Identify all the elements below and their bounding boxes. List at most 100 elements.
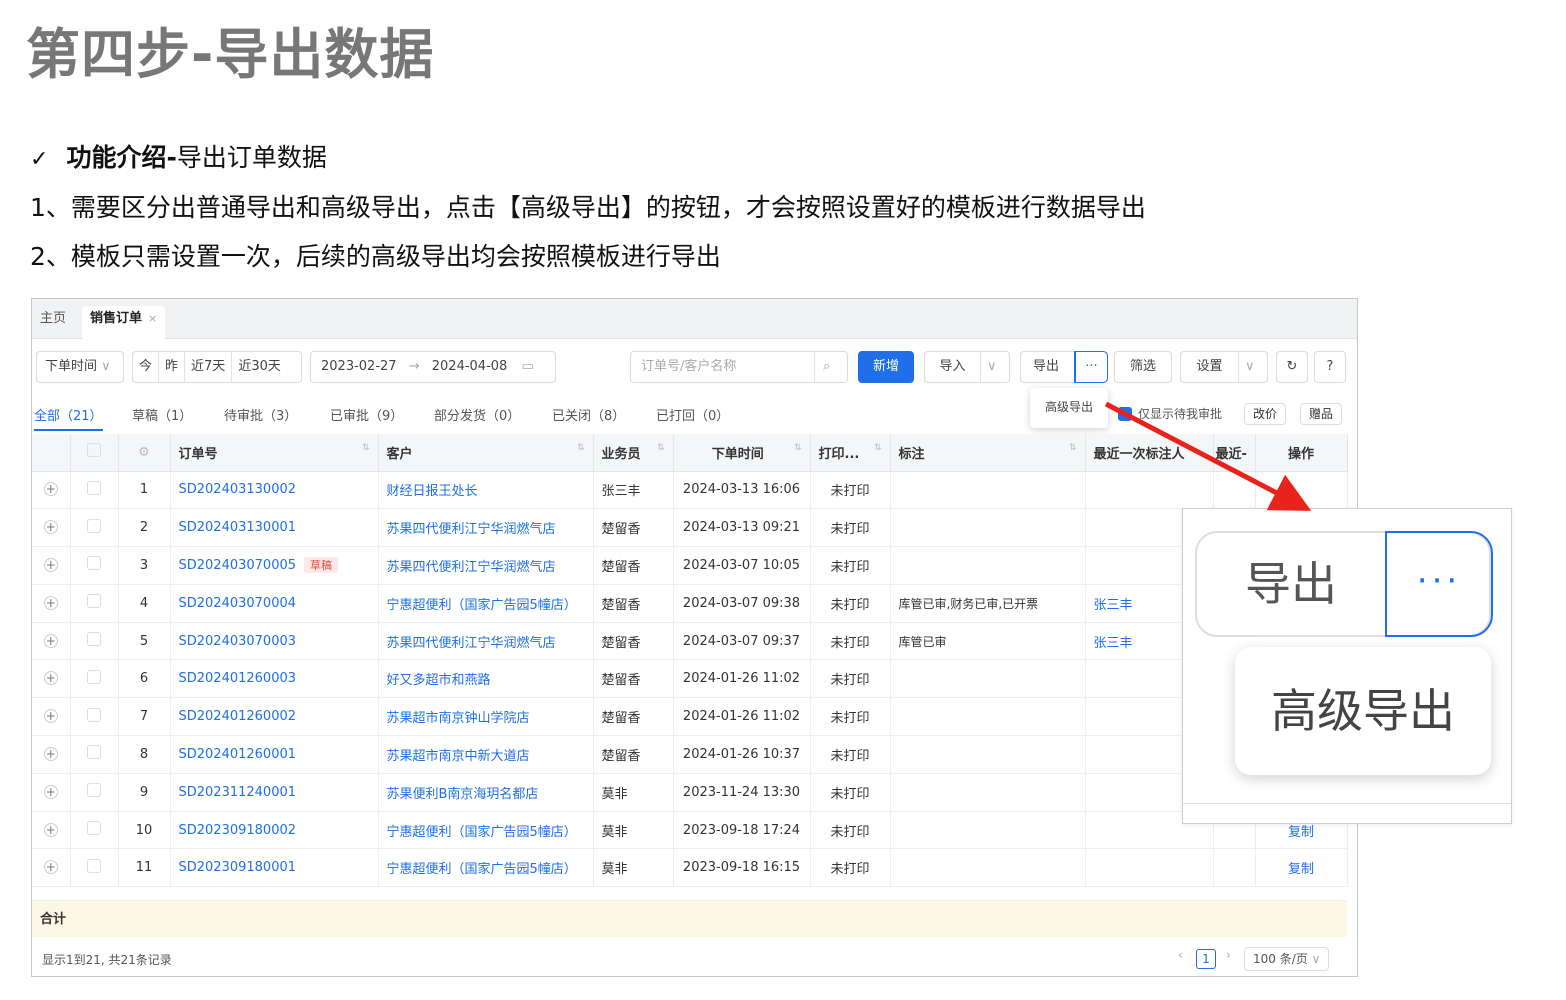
page-size-select[interactable]: 100 条/页 ∨ <box>1244 947 1330 971</box>
order-link[interactable]: SD202311240001 <box>179 785 297 800</box>
column-settings-icon[interactable]: ⚙ <box>118 434 171 472</box>
expand-icon[interactable]: + <box>43 709 58 724</box>
search-icon[interactable]: ⌕ <box>815 359 830 374</box>
zoom-more-dots-button[interactable]: ··· <box>1385 531 1493 637</box>
last-noter-link[interactable]: 张三丰 <box>1094 598 1133 613</box>
order-link[interactable]: SD202403070005 <box>179 558 297 573</box>
prev-page-icon[interactable]: ‹ <box>1178 948 1183 962</box>
row-checkbox[interactable] <box>87 821 101 836</box>
customer-link[interactable]: 苏果四代便利江宁华润燃气店 <box>387 522 556 537</box>
settings-button[interactable]: 设置 <box>1181 352 1239 382</box>
table-row[interactable]: +4 SD202403070004 宁惠超便利（国家广告园5幢店） 楚留香 2024-0… <box>32 584 1348 623</box>
header-customer[interactable]: 客户 ⇅ <box>378 434 594 472</box>
close-icon[interactable]: × <box>148 312 157 325</box>
header-note[interactable]: 标注 ⇅ <box>890 434 1086 472</box>
header-last-noter[interactable]: 最近一次标注人 <box>1085 434 1214 472</box>
checkbox[interactable] <box>87 443 101 458</box>
expand-icon[interactable]: + <box>43 595 58 610</box>
last-7-days-button[interactable]: 近7天 <box>185 352 233 382</box>
order-link[interactable]: SD202401260003 <box>179 671 297 686</box>
row-checkbox[interactable] <box>87 858 101 873</box>
expand-icon[interactable]: + <box>43 746 58 761</box>
yesterday-button[interactable]: 昨 <box>159 352 186 382</box>
row-checkbox[interactable] <box>87 632 101 647</box>
table-row[interactable]: +5 SD202403070003 苏果四代便利江宁华润燃气店 楚留香 2024-03-… <box>32 622 1348 661</box>
table-row[interactable]: +7 SD202401260002 苏果超市南京钟山学院店 楚留香 2024-01-26… <box>32 697 1348 737</box>
last-30-days-button[interactable]: 近30天 <box>232 352 287 382</box>
filter-button[interactable]: 筛选 <box>1114 351 1172 383</box>
order-link[interactable]: SD202403070004 <box>179 596 297 611</box>
date-range-picker[interactable]: 2023-02-27 → 2024-04-08 ▭ <box>310 351 556 383</box>
export-button[interactable]: 导出 <box>1033 359 1059 374</box>
header-order-no[interactable]: 订单号 ⇅ <box>170 434 379 472</box>
customer-link[interactable]: 苏果四代便利江宁华润燃气店 <box>387 560 556 575</box>
row-checkbox[interactable] <box>87 707 101 722</box>
row-checkbox[interactable] <box>87 745 101 760</box>
customer-link[interactable]: 宁惠超便利（国家广告园5幢店） <box>387 598 577 613</box>
status-tab-closed[interactable]: 已关闭（8） <box>552 405 625 424</box>
next-page-icon[interactable]: › <box>1226 948 1231 962</box>
customer-link[interactable]: 好又多超市和燕路 <box>387 673 491 688</box>
sort-icon[interactable]: ⇅ <box>794 443 802 453</box>
advanced-export-menu-item[interactable]: 高级导出 <box>1030 388 1108 428</box>
row-checkbox[interactable] <box>87 480 101 495</box>
order-link[interactable]: SD202403130002 <box>179 482 297 497</box>
table-row[interactable]: +10 SD202309180002 宁惠超便利（国家广告园5幢店） 莫非 2023-0… <box>32 811 1348 850</box>
status-tab-draft[interactable]: 草稿（1） <box>132 405 192 424</box>
customer-link[interactable]: 苏果四代便利江宁华润燃气店 <box>387 636 556 651</box>
table-row[interactable]: +3 SD202403070005 草稿 苏果四代便利江宁华润燃气店 楚留香 2024-0… <box>32 546 1348 585</box>
expand-icon[interactable]: + <box>43 633 58 648</box>
sort-icon[interactable]: ⇅ <box>577 443 585 453</box>
order-link[interactable]: SD202309180002 <box>179 823 297 838</box>
chevron-down-icon[interactable]: ∨ <box>981 352 1003 382</box>
status-tab-approved[interactable]: 已审批（9） <box>330 405 403 424</box>
row-checkbox[interactable] <box>87 783 101 798</box>
header-order-time[interactable]: 下单时间 ⇅ <box>673 434 811 472</box>
row-checkbox[interactable] <box>87 669 101 684</box>
today-button[interactable]: 今 <box>133 352 160 382</box>
price-change-button[interactable]: 改价 <box>1244 403 1287 425</box>
gift-button[interactable]: 赠品 <box>1300 403 1343 425</box>
order-link[interactable]: SD202403130001 <box>179 520 297 535</box>
status-tab-all[interactable]: 全部（21） <box>34 405 103 431</box>
customer-link[interactable]: 苏果便利B南京海玥名都店 <box>387 787 539 802</box>
expand-icon[interactable]: + <box>43 482 58 497</box>
row-checkbox[interactable] <box>87 518 101 533</box>
expand-icon[interactable]: + <box>43 860 58 875</box>
zoom-export-button[interactable]: 导出 <box>1197 533 1385 635</box>
import-button[interactable]: 导入 <box>925 352 981 382</box>
customer-link[interactable]: 苏果超市南京中新大道店 <box>387 749 530 764</box>
table-row[interactable]: +9 SD202311240001 苏果便利B南京海玥名都店 莫非 2023-11-24… <box>32 773 1348 812</box>
expand-icon[interactable]: + <box>43 822 58 837</box>
copy-link[interactable]: 复制 <box>1288 862 1314 877</box>
zoom-advanced-export-item[interactable]: 高级导出 <box>1235 647 1491 775</box>
order-link[interactable]: SD202401260002 <box>179 709 297 724</box>
order-link[interactable]: SD202401260001 <box>179 747 297 762</box>
expand-icon[interactable]: + <box>43 520 58 535</box>
expand-icon[interactable]: + <box>43 784 58 799</box>
sort-icon[interactable]: ⇅ <box>362 443 370 453</box>
last-noter-link[interactable]: 张三丰 <box>1094 636 1133 651</box>
table-row[interactable]: +8 SD202401260001 苏果超市南京中新大道店 楚留香 2024-01-26… <box>32 735 1348 774</box>
row-checkbox[interactable] <box>87 556 101 571</box>
time-type-select[interactable]: 下单时间 ∨ <box>36 351 124 383</box>
status-tab-pending[interactable]: 待审批（3） <box>224 405 297 424</box>
tab-home[interactable]: 主页 <box>32 306 74 339</box>
more-dots-button[interactable]: ··· <box>1074 351 1108 383</box>
table-row[interactable]: +11 SD202309180001 宁惠超便利（国家广告园5幢店） 莫非 2023-0… <box>32 848 1348 888</box>
table-row[interactable]: +6 SD202401260003 好又多超市和燕路 楚留香 2024-01-26 11… <box>32 659 1348 699</box>
search-input[interactable]: 订单号/客户名称 <box>631 352 815 382</box>
table-row[interactable]: +1 SD202403130002 财经日报王处长 张三丰 2024-03-13 16:… <box>32 471 1348 510</box>
customer-link[interactable]: 财经日报王处长 <box>387 484 478 499</box>
sort-icon[interactable]: ⇅ <box>1069 443 1077 453</box>
customer-link[interactable]: 宁惠超便利（国家广告园5幢店） <box>387 862 577 877</box>
tab-sales-order[interactable]: 销售订单 × <box>82 306 166 339</box>
page-number[interactable]: 1 <box>1196 949 1216 969</box>
customer-link[interactable]: 苏果超市南京钟山学院店 <box>387 711 530 726</box>
help-icon[interactable]: ? <box>1314 351 1346 383</box>
refresh-icon[interactable]: ↻ <box>1276 351 1308 383</box>
customer-link[interactable]: 宁惠超便利（国家广告园5幢店） <box>387 825 577 840</box>
select-all-checkbox[interactable] <box>70 434 119 472</box>
only-my-approval-checkbox[interactable] <box>1118 407 1132 421</box>
row-checkbox[interactable] <box>87 594 101 609</box>
